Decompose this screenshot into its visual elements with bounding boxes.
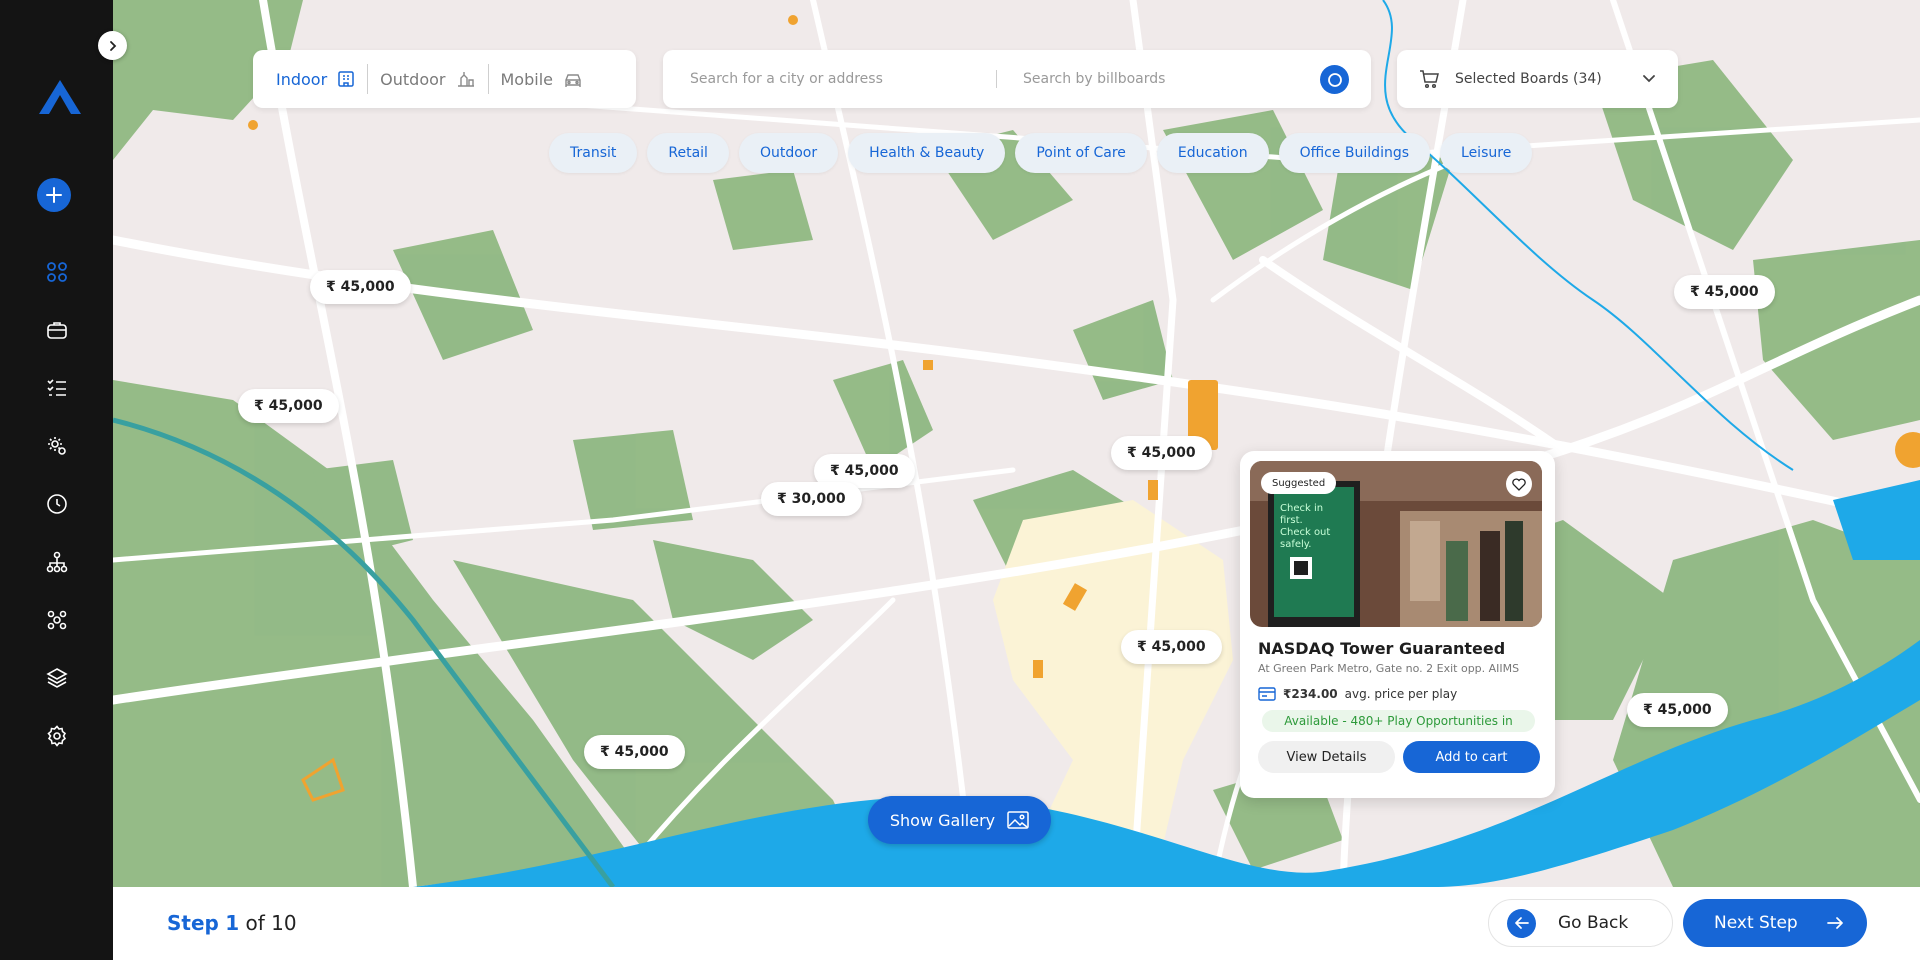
logo-icon[interactable] <box>37 78 83 116</box>
search-icon <box>1327 72 1342 87</box>
price-marker[interactable]: ₹ 45,000 <box>1627 693 1728 727</box>
nav-organization[interactable] <box>42 547 72 577</box>
billboard-card: Check in first. Check out safely. Sugges… <box>1240 451 1555 798</box>
briefcase-icon <box>47 322 67 339</box>
chevron-down-icon <box>1643 75 1655 83</box>
category-filters: Transit Retail Outdoor Health & Beauty P… <box>549 133 1533 173</box>
price-suffix: avg. price per play <box>1344 687 1458 701</box>
category-chip-health-beauty[interactable]: Health & Beauty <box>848 133 1006 173</box>
step-word: Step <box>167 911 219 935</box>
svg-text:Check out: Check out <box>1280 527 1330 538</box>
add-button[interactable] <box>37 178 71 212</box>
placement-type-toggle: Indoor Outdoor Mobile <box>253 50 636 108</box>
search-bar <box>663 50 1371 108</box>
type-option-mobile[interactable]: Mobile <box>501 70 583 89</box>
sidebar <box>0 0 113 960</box>
checklist-icon <box>47 379 66 396</box>
building-icon <box>338 71 354 87</box>
type-label: Outdoor <box>380 69 446 89</box>
car-icon <box>565 74 581 87</box>
nav-network[interactable] <box>42 605 72 635</box>
category-chip-leisure[interactable]: Leisure <box>1440 133 1533 173</box>
price-marker[interactable]: ₹ 30,000 <box>761 482 862 516</box>
view-details-button[interactable]: View Details <box>1258 741 1395 773</box>
arrow-left-icon <box>1514 917 1529 929</box>
show-gallery-button[interactable]: Show Gallery <box>868 796 1051 844</box>
price-marker[interactable]: ₹ 45,000 <box>584 735 685 769</box>
sidebar-toggle-button[interactable] <box>98 31 127 60</box>
plus-icon <box>46 187 62 203</box>
price-marker[interactable]: ₹ 45,000 <box>310 270 411 304</box>
nav-tasks[interactable] <box>42 373 72 403</box>
step-current: 1 <box>225 911 240 935</box>
type-label: Indoor <box>276 69 328 89</box>
type-label: Mobile <box>500 69 553 89</box>
selected-boards-label: Selected Boards (34) <box>1455 71 1602 87</box>
step-indicator: Step 1 of 10 <box>167 911 297 935</box>
go-back-label: Go Back <box>1558 913 1629 933</box>
card-actions: View Details Add to cart <box>1258 741 1540 773</box>
suggested-badge: Suggested <box>1261 472 1337 494</box>
category-chip-office-buildings[interactable]: Office Buildings <box>1278 133 1431 173</box>
nav-automation[interactable] <box>42 431 72 461</box>
cog-multi-icon <box>48 437 66 455</box>
arrow-left-circle <box>1507 908 1536 938</box>
price-marker[interactable]: ₹ 45,000 <box>1111 436 1212 470</box>
category-chip-retail[interactable]: Retail <box>647 133 729 173</box>
next-step-label: Next Step <box>1714 913 1798 933</box>
price-marker[interactable]: ₹ 45,000 <box>1121 630 1222 664</box>
billboard-screen-text: Check in <box>1280 503 1323 514</box>
category-chip-education[interactable]: Education <box>1156 133 1269 173</box>
heart-icon <box>1512 477 1526 491</box>
price-marker[interactable]: ₹ 45,000 <box>1674 275 1775 309</box>
outdoor-icon <box>457 72 474 87</box>
price-value: ₹234.00 <box>1283 687 1338 701</box>
show-gallery-label: Show Gallery <box>889 810 996 830</box>
arrow-right-icon <box>1827 917 1843 929</box>
chevron-right-icon <box>109 40 116 51</box>
billboard-title: NASDAQ Tower Guaranteed <box>1258 639 1506 658</box>
price-marker[interactable]: ₹ 45,000 <box>238 389 339 423</box>
category-chip-point-of-care[interactable]: Point of Care <box>1015 133 1147 173</box>
next-step-button[interactable]: Next Step <box>1683 899 1867 947</box>
type-option-indoor[interactable]: Indoor <box>276 70 355 89</box>
clock-icon <box>47 494 67 514</box>
billboard-search-input[interactable] <box>1023 59 1303 99</box>
step-total: of 10 <box>245 911 297 935</box>
layers-icon <box>46 668 68 688</box>
billboard-price: ₹234.00 avg. price per play <box>1258 687 1545 701</box>
nav-campaigns[interactable] <box>42 315 72 345</box>
type-option-outdoor[interactable]: Outdoor <box>380 70 475 89</box>
nav-layers[interactable] <box>42 663 72 693</box>
svg-text:first.: first. <box>1280 515 1303 526</box>
price-card-icon <box>1258 687 1276 701</box>
settings-icon <box>47 725 67 747</box>
divider <box>996 70 997 88</box>
image-icon <box>1007 811 1029 829</box>
hierarchy-icon <box>46 551 68 573</box>
go-back-button[interactable]: Go Back <box>1488 899 1673 947</box>
footer-bar: Step 1 of 10 Go Back Next Step <box>113 887 1920 960</box>
divider <box>487 64 489 94</box>
cart-icon <box>1420 70 1439 89</box>
selected-boards-dropdown[interactable]: Selected Boards (34) <box>1397 50 1678 108</box>
nav-settings[interactable] <box>42 721 72 751</box>
billboard-photo[interactable]: Check in first. Check out safely. Sugges… <box>1250 461 1542 627</box>
billboard-location: At Green Park Metro, Gate no. 2 Exit opp… <box>1258 662 1520 675</box>
network-icon <box>47 610 67 630</box>
grid-icon <box>47 262 67 282</box>
category-chip-transit[interactable]: Transit <box>549 133 638 173</box>
search-button[interactable] <box>1320 65 1349 94</box>
nav-dashboard[interactable] <box>42 257 72 287</box>
favorite-button[interactable] <box>1506 471 1532 497</box>
svg-text:safely.: safely. <box>1280 539 1311 550</box>
availability-badge: Available - 480+ Play Opportunities in <box>1262 710 1535 732</box>
nav-history[interactable] <box>42 489 72 519</box>
category-chip-outdoor[interactable]: Outdoor <box>738 133 839 173</box>
city-search-input[interactable] <box>690 59 990 99</box>
divider <box>367 64 369 94</box>
add-to-cart-button[interactable]: Add to cart <box>1403 741 1540 773</box>
